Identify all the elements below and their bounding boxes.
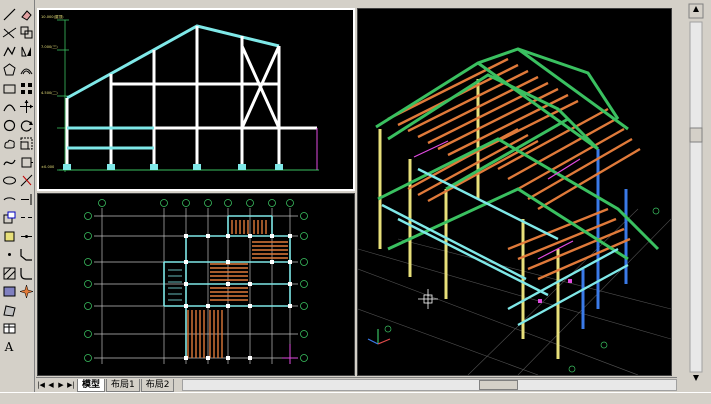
elevation-drawing: 10.000(屋顶) 7.000(三) 4.500(二) ±0.000 [41,14,319,172]
tab-layout1[interactable]: 布局1 [106,378,140,392]
last-tab-button[interactable]: ▶| [66,380,76,390]
level-label-ground: ±0.000 [41,165,55,169]
ellipse-icon[interactable] [1,173,17,189]
3d-structure-drawing [358,47,671,375]
stretch-icon[interactable] [18,154,34,170]
scale-icon[interactable] [18,136,34,152]
break-icon[interactable] [18,210,34,226]
copy-icon[interactable] [18,25,34,41]
horizontal-scroll-thumb[interactable] [478,380,519,390]
make-block-icon[interactable] [1,228,17,244]
modify-toolbar [18,6,34,302]
horizontal-scrollbar[interactable] [182,379,677,391]
draw-toolbar: A [1,6,17,358]
plan-viewport[interactable] [37,193,355,376]
3d-model-viewport[interactable] [357,8,672,376]
rotate-icon[interactable] [18,117,34,133]
prev-tab-button[interactable]: ◀ [46,380,56,390]
offset-icon[interactable] [18,62,34,78]
tab-layout2[interactable]: 布局2 [140,378,175,392]
gradient-icon[interactable] [1,284,17,300]
table-icon[interactable] [1,321,17,337]
vertical-scrollbar-panel[interactable] [677,0,707,400]
arc-icon[interactable] [1,99,17,115]
point-icon[interactable] [1,247,17,263]
polyline-icon[interactable] [1,43,17,59]
ellipse-arc-icon[interactable] [1,191,17,207]
revision-cloud-icon[interactable] [1,136,17,152]
text-tool-glyph: A [4,340,14,354]
construction-line-icon[interactable] [1,25,17,41]
array-icon[interactable] [18,80,34,96]
plan-drawing [84,199,308,364]
fillet-icon[interactable] [18,265,34,281]
level-label-roof: 10.000(屋顶) [41,14,64,19]
insert-block-icon[interactable] [1,210,17,226]
join-icon[interactable] [18,228,34,244]
text-icon[interactable]: A [1,339,17,355]
polygon-icon[interactable] [1,62,17,78]
move-icon[interactable] [18,99,34,115]
hatch-icon[interactable] [1,265,17,281]
next-tab-button[interactable]: ▶ [56,380,66,390]
line-icon[interactable] [1,6,17,22]
extend-icon[interactable] [18,191,34,207]
first-tab-button[interactable]: |◀ [36,380,46,390]
circle-icon[interactable] [1,117,17,133]
level-label-third: 7.000(三) [41,45,58,49]
level-label-second: 4.500(二) [41,91,58,95]
layout-tabs-bar: |◀ ◀ ▶ ▶| 模型 布局1 布局2 [36,377,677,392]
rectangle-icon[interactable] [1,80,17,96]
tab-model[interactable]: 模型 [77,378,106,392]
chamfer-icon[interactable] [18,247,34,263]
elevation-viewport[interactable]: 10.000(屋顶) 7.000(三) 4.500(二) ±0.000 [37,8,355,191]
spline-icon[interactable] [1,154,17,170]
explode-icon[interactable] [18,284,34,300]
erase-icon[interactable] [18,6,34,22]
region-icon[interactable] [1,302,17,318]
mirror-icon[interactable] [18,43,34,59]
draw-modify-toolbar: A [0,0,35,400]
trim-icon[interactable] [18,173,34,189]
